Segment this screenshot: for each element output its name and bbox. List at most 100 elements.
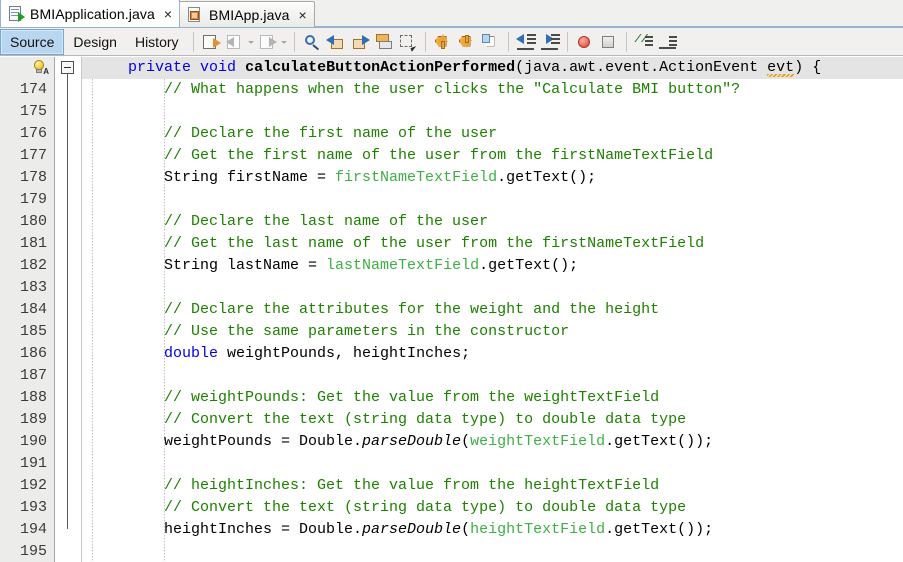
start-macro-recording-icon[interactable] xyxy=(574,31,596,53)
tab-design[interactable]: Design xyxy=(64,29,126,55)
code-line[interactable]: // What happens when the user clicks the… xyxy=(82,79,903,101)
next-bookmark-icon[interactable] xyxy=(456,31,478,53)
java-source-icon xyxy=(8,5,25,22)
line-number: 193 xyxy=(19,499,47,516)
code-token: heightInches = Double. xyxy=(92,521,363,538)
line-number: 192 xyxy=(19,477,47,494)
code-line[interactable]: weightPounds = Double.parseDouble(weight… xyxy=(82,431,903,453)
code-line[interactable] xyxy=(82,365,903,387)
code-token: // Use the same parameters in the constr… xyxy=(92,323,570,340)
tab-source[interactable]: Source xyxy=(0,28,65,55)
editor-tab-bmiapplication[interactable]: BMIApplication.java × xyxy=(0,0,181,27)
code-line[interactable] xyxy=(82,453,903,475)
code-line[interactable]: heightInches = Double.parseDouble(height… xyxy=(82,519,903,541)
tab-history[interactable]: History xyxy=(126,29,188,55)
last-edit-icon[interactable] xyxy=(200,31,222,53)
code-line[interactable] xyxy=(82,101,903,123)
code-token: .getText(); xyxy=(497,169,597,186)
code-line[interactable]: private void calculateButtonActionPerfor… xyxy=(82,57,903,79)
code-token: ) { xyxy=(794,59,822,76)
code-token: String lastName = xyxy=(92,257,327,274)
find-selection-icon[interactable] xyxy=(301,31,323,53)
line-number: 175 xyxy=(19,103,47,120)
code-line[interactable]: // Convert the text (string data type) t… xyxy=(82,409,903,431)
toolbar-separator xyxy=(507,31,509,52)
collapse-method-icon[interactable] xyxy=(61,61,74,74)
code-line[interactable]: String firstName = firstNameTextField.ge… xyxy=(82,167,903,189)
code-line[interactable] xyxy=(82,189,903,211)
code-token: // Convert the text (string data type) t… xyxy=(92,499,687,516)
shift-line-right-icon[interactable] xyxy=(539,31,561,53)
code-line[interactable]: // heightInches: Get the value from the … xyxy=(82,475,903,497)
shift-line-left-icon[interactable] xyxy=(515,31,537,53)
close-icon[interactable]: × xyxy=(299,8,307,22)
code-text-area[interactable]: private void calculateButtonActionPerfor… xyxy=(82,57,903,562)
code-line[interactable]: // Get the last name of the user from th… xyxy=(82,233,903,255)
code-line[interactable]: // Use the same parameters in the constr… xyxy=(82,321,903,343)
code-line[interactable]: double weightPounds, heightInches; xyxy=(82,343,903,365)
code-token: heightTextField xyxy=(470,521,606,538)
chevron-down-icon[interactable] xyxy=(247,31,256,53)
editor-toolbar: Source Design History // xyxy=(0,28,903,56)
line-number: 174 xyxy=(19,81,47,98)
line-number: 177 xyxy=(19,147,47,164)
code-editor[interactable]: A 174 175 176 177 178 179 180 181 182 183 184 185 18… xyxy=(0,57,903,562)
editor-tab-bar: BMIApplication.java × BMIApp.java × xyxy=(0,0,903,28)
close-icon[interactable]: × xyxy=(164,7,172,21)
code-line[interactable]: // Declare the first name of the user xyxy=(82,123,903,145)
code-line[interactable] xyxy=(82,541,903,562)
code-line[interactable] xyxy=(82,277,903,299)
hint-lightbulb-icon[interactable]: A xyxy=(33,60,49,76)
line-number: 185 xyxy=(19,323,47,340)
code-line[interactable]: // Declare the attributes for the weight… xyxy=(82,299,903,321)
toggle-rectangular-selection-icon[interactable] xyxy=(397,31,419,53)
toolbar-separator xyxy=(293,31,295,52)
code-token: .getText()); xyxy=(605,433,714,450)
code-line[interactable]: // Declare the last name of the user xyxy=(82,211,903,233)
editor-tab-label: BMIApplication.java xyxy=(30,5,155,22)
find-next-icon[interactable] xyxy=(349,31,371,53)
editor-tab-bmiapp[interactable]: BMIApp.java × xyxy=(179,1,315,27)
code-line[interactable]: // Get the first name of the user from t… xyxy=(82,145,903,167)
code-token: firstNameTextField xyxy=(335,169,498,186)
line-number: 194 xyxy=(19,521,47,538)
code-token: // heightInches: Get the value from the … xyxy=(92,477,660,494)
comment-icon[interactable]: // xyxy=(633,31,655,53)
line-number: 184 xyxy=(19,301,47,318)
code-line-list: private void calculateButtonActionPerfor… xyxy=(82,57,903,562)
code-token: // Convert the text (string data type) t… xyxy=(92,411,687,428)
toggle-highlight-icon[interactable] xyxy=(373,31,395,53)
line-number: 188 xyxy=(19,389,47,406)
chevron-down-icon[interactable] xyxy=(280,31,289,53)
code-token: // weightPounds: Get the value from the … xyxy=(92,389,660,406)
code-token: ( xyxy=(461,433,471,450)
find-previous-icon[interactable] xyxy=(325,31,347,53)
code-line[interactable]: String lastName = lastNameTextField.getT… xyxy=(82,255,903,277)
code-line[interactable]: // weightPounds: Get the value from the … xyxy=(82,387,903,409)
toolbar-separator xyxy=(625,31,627,52)
previous-bookmark-icon[interactable] xyxy=(432,31,454,53)
code-token: evt xyxy=(767,59,795,76)
line-number: 182 xyxy=(19,257,47,274)
line-number: 181 xyxy=(19,235,47,252)
uncomment-icon[interactable] xyxy=(657,31,679,53)
code-fold-bar[interactable] xyxy=(55,57,82,562)
editor-tab-label: BMIApp.java xyxy=(209,6,290,23)
line-number: 187 xyxy=(19,367,47,384)
code-token: weightTextField xyxy=(470,433,606,450)
toggle-bookmark-icon[interactable] xyxy=(480,31,502,53)
back-navigate-icon xyxy=(224,31,246,53)
toolbar-separator xyxy=(192,31,194,52)
code-token: parseDouble xyxy=(362,433,462,450)
line-number: 180 xyxy=(19,213,47,230)
toolbar-separator xyxy=(566,31,568,52)
netbeans-editor-window: BMIApplication.java × BMIApp.java × Sour… xyxy=(0,0,903,562)
code-line[interactable]: // Convert the text (string data type) t… xyxy=(82,497,903,519)
stop-macro-recording-icon[interactable] xyxy=(598,31,620,53)
line-number-gutter[interactable]: A 174 175 176 177 178 179 180 181 182 183 184 185 18… xyxy=(0,57,55,562)
code-token: parseDouble xyxy=(362,521,462,538)
code-token: // What happens when the user clicks the… xyxy=(92,81,741,98)
